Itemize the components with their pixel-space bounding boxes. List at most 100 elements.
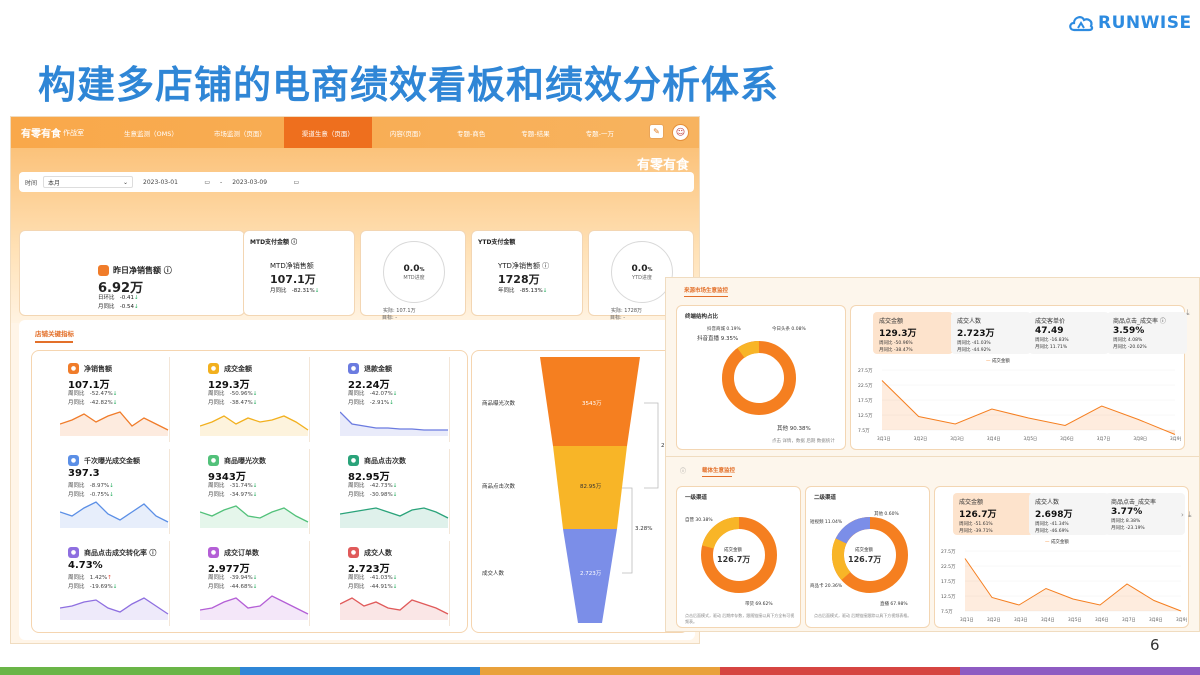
nav-item-topic-color[interactable]: 专题-商色 (439, 117, 503, 148)
right-panel: 来源市场生意监控 ⤓ 终端结构占比 其他 90.38% 抖音直播 9.35% 抖… (665, 277, 1200, 632)
y-tick-label: 17.5万 (941, 579, 956, 585)
edit-icon[interactable]: ✎ (649, 124, 664, 139)
metric-ratio-week: 周同比 -50.96%↓ (208, 391, 258, 397)
metric-ratio-month: 月同比 -34.97%↓ (208, 492, 258, 498)
metric-ratio-week: 周同比 -8.97%↓ (68, 483, 114, 489)
mtd-label: MTD净销售额 (270, 262, 314, 270)
metric-icon: ● (68, 547, 79, 558)
period-select[interactable]: 本月 ⌄ (43, 176, 134, 188)
channel2-donut-card: 二级渠道 成交金额 126.7万 其他 0.60% 短视频 11.04% 商品卡… (805, 486, 930, 628)
ytd-progress-ring: 0.0% YTD进度 (611, 241, 673, 303)
x-tick-label: 3月3日 (950, 436, 964, 442)
donut1-note: 点击 详情，数据 后期 数据统计 (772, 439, 835, 444)
metric-ratio-month: 月同比 -30.98%↓ (348, 492, 398, 498)
x-tick-label: 3月9日 (1176, 617, 1187, 623)
x-tick-label: 3月4日 (987, 436, 1001, 442)
kpi-box[interactable]: 成交客单价 47.49 周同比 -16.83% 月同比 11.71% (1029, 312, 1109, 354)
workbench-label[interactable]: 作战室 (63, 128, 84, 138)
donut1-label-other: 其他 90.38% (777, 426, 811, 432)
metric-ratio-month: 月同比 -44.91%↓ (348, 584, 398, 590)
kpi-box[interactable]: 成交人数 2.698万 周同比 -41.34% 月同比 -46.69% (1029, 493, 1109, 535)
avatar[interactable]: ☺ (672, 124, 689, 141)
funnel-bracket-2 (622, 487, 633, 574)
start-date-input[interactable]: 2023-03-01 ▭ (139, 176, 214, 188)
y-tick-label: 7.5万 (941, 609, 953, 615)
metric-card[interactable]: ● 商品曝光次数 9343万 周同比 -31.74%↓ 月同比 -34.97%↓ (180, 449, 310, 534)
funnel-label-1: 商品曝光次数 (482, 401, 516, 407)
metric-ratio-month: 月同比 -44.68%↓ (208, 584, 258, 590)
donut3-label-short-video: 短视频 11.04% (810, 520, 843, 525)
metric-card[interactable]: ● 成交金额 129.3万 周同比 -50.96%↓ 月同比 -38.47%↓ (180, 357, 310, 442)
end-date-input[interactable]: 2023-03-09 ▭ (228, 176, 303, 188)
x-tick-label: 3月2日 (987, 617, 1001, 623)
y-tick-label: 17.5万 (858, 398, 873, 404)
funnel-rate-2: 3.28% (635, 526, 653, 532)
bottom-bar-segment (480, 667, 720, 675)
tab2-underline (702, 476, 732, 478)
nav-item-topic-wan[interactable]: 专题-一万 (568, 117, 632, 148)
channel1-donut-card: 一级渠道 成交金额 126.7万 自营 30.38% 带货 69.62% 点击后… (676, 486, 801, 628)
section-title: 店铺关键指标 (35, 330, 74, 338)
mtd-title: MTD支付金额 ⓘ (250, 239, 298, 246)
tab-carrier[interactable]: 载体生意监控 (702, 466, 735, 474)
metric-ratio-month: 月同比 -42.82%↓ (68, 400, 118, 406)
metric-card[interactable]: ● 千次曝光成交金额 397.3 周同比 -8.97%↓ 月同比 -0.75%↓ (40, 449, 170, 534)
metric-ratio-week: 周同比 -52.47%↓ (68, 391, 118, 397)
download-icon[interactable]: ⤓ (1188, 510, 1192, 520)
metric-card[interactable]: ● 成交人数 2.723万 周同比 -41.03%↓ 月同比 -44.91%↓ (320, 541, 450, 626)
kpi-box[interactable]: 商品点击_成交率 ⓘ 3.59% 周同比 4.08% 月同比 -20.02% (1107, 312, 1187, 354)
cloud-logo-icon (1069, 16, 1094, 32)
donut2-label-goods: 带货 69.62% (745, 602, 773, 607)
nav-item-market[interactable]: 市场监测（页面） (196, 117, 284, 148)
metric-icon: ● (208, 455, 219, 466)
bottom-bar-segment (720, 667, 960, 675)
metric-label: 千次曝光成交金额 (84, 457, 140, 465)
metric-label: 成交订单数 (224, 549, 259, 557)
metric-sparkline (200, 595, 309, 620)
x-tick-label: 3月7日 (1097, 436, 1111, 442)
metric-card[interactable]: ● 商品点击成交转化率 ⓘ 4.73% 周同比 1.42%↑ 月同比 -19.6… (40, 541, 170, 626)
y-tick-label: 22.5万 (941, 564, 956, 570)
metric-label: 商品曝光次数 (224, 457, 266, 465)
kpi-box[interactable]: 商品点击_成交率 3.77% 周同比 8.38% 月同比 -23.19% (1105, 493, 1185, 535)
funnel-bracket-1 (644, 402, 659, 489)
y-tick-label: 22.5万 (858, 383, 873, 389)
donut3-note: 点击后面模式，驱动 后期链接跟踪以具下方视频表格。 (814, 613, 912, 618)
y-tick-label: 12.5万 (858, 413, 873, 419)
metric-icon: ● (348, 363, 359, 374)
slide-title: 构建多店铺的电商绩效看板和绩效分析体系 (38, 63, 780, 107)
nav-item-content[interactable]: 内容(页面) (372, 117, 439, 148)
mtd-progress-ring: 0.0% MTD进度 (383, 241, 445, 303)
metric-card[interactable]: ● 净销售额 107.1万 周同比 -52.47%↓ 月同比 -42.82%↓ (40, 357, 170, 442)
donut3-label-live: 直播 67.98% (880, 602, 908, 607)
nav-item-topic-result[interactable]: 专题-结果 (503, 117, 567, 148)
kpi-box[interactable]: 成交金额 129.3万 周同比 -50.96% 月同比 -38.47% (873, 312, 953, 354)
metric-sparkline (60, 501, 169, 528)
info-icon: ⓘ (680, 468, 687, 475)
key-metrics-section: 店铺关键指标 ● 净销售额 107.1万 周同比 -52.47%↓ 月同比 -4… (19, 320, 695, 640)
chevron-right-icon[interactable]: › (1181, 511, 1184, 519)
logo-text: RUNWISE (1098, 13, 1192, 33)
mtd-ratio: 月同比 -82.31%↓ (270, 288, 320, 294)
nav-item-channel[interactable]: 渠道生意（页面） (283, 117, 372, 148)
metric-card[interactable]: ● 成交订单数 2.977万 周同比 -39.94%↓ 月同比 -44.68%↓ (180, 541, 310, 626)
sales-icon (98, 265, 109, 276)
metric-ratio-week: 周同比 -39.94%↓ (208, 575, 258, 581)
kpi-box[interactable]: 成交人数 2.723万 周同比 -41.03% 月同比 -44.92% (951, 312, 1031, 354)
metric-ratio-month: 月同比 -38.47%↓ (208, 400, 258, 406)
tab-source-market[interactable]: 来源市场生意监控 (684, 286, 728, 294)
donut3-center-value: 126.7万 (848, 555, 882, 564)
series-area (965, 558, 1181, 611)
source-kpi-card: 成交金额 129.3万 周同比 -50.96% 月同比 -38.47% 成交人数 2.72… (850, 305, 1187, 450)
terminal-donut-card: 终端结构占比 其他 90.38% 抖音直播 9.35% 抖音商城 0.19% 今… (676, 305, 846, 450)
y-tick-label: 12.5万 (941, 594, 956, 600)
nav-item-oms[interactable]: 生意监测（OMS） (106, 117, 196, 148)
x-tick-label: 3月6日 (1060, 436, 1074, 442)
kpi-box[interactable]: 成交金额 126.7万 周同比 -51.61% 月同比 -39.71% (953, 493, 1033, 535)
mtd-card: MTD支付金额 ⓘ MTD净销售额 107.1万 月同比 -82.31%↓ (243, 230, 355, 316)
series-area (882, 380, 1175, 435)
metric-card[interactable]: ● 商品点击次数 82.95万 周同比 -42.73%↓ 月同比 -30.98%… (320, 449, 450, 534)
metric-card[interactable]: ● 退款金额 22.24万 周同比 -42.07%↓ 月同比 -2.91%↓ (320, 357, 450, 442)
terminal-donut (722, 341, 796, 415)
donut3-label-other: 其他 0.60% (874, 512, 899, 517)
